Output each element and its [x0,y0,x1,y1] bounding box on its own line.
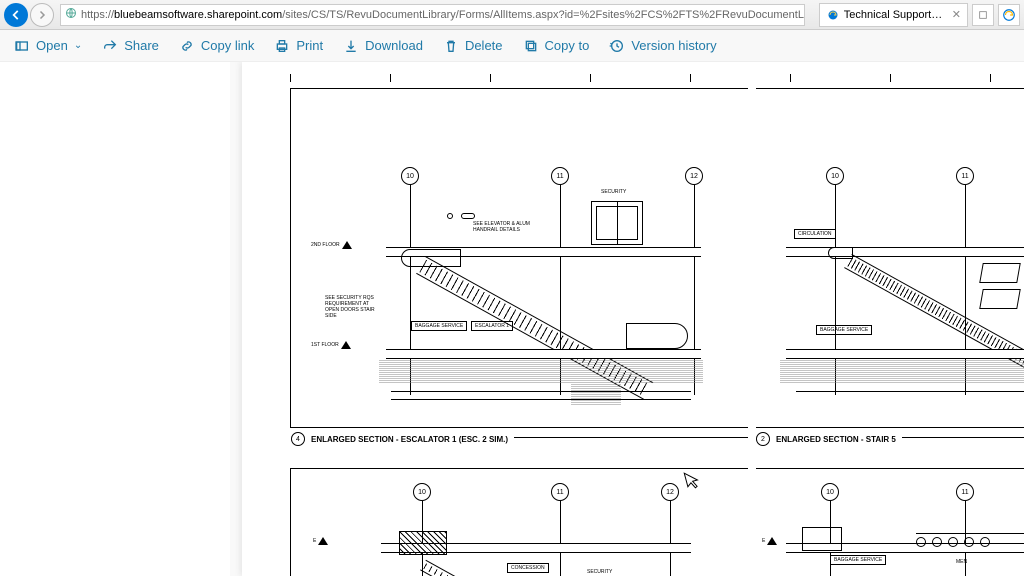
download-button[interactable]: Download [343,38,423,54]
download-label: Download [365,38,423,53]
panel-title: ENLARGED SECTION - STAIR 5 [776,435,896,444]
print-label: Print [296,38,323,53]
delete-button[interactable]: Delete [443,38,503,54]
drawing-panel-3: 10 11 12 E CONCESSION ESCALATOR [290,468,748,576]
copy-link-button[interactable]: Copy link [179,38,254,54]
print-button[interactable]: Print [274,38,323,54]
grid-bubble: 12 [685,167,703,185]
drawing-panel-4: 10 11 E BAGGAGE SERVICE [756,468,1024,576]
detail-number-badge: 2 [756,432,770,446]
door-elevation [591,201,643,245]
grid-bubble: 10 [821,483,839,501]
tab-area: Technical Support - A6.06 - ... ✕ [819,3,1020,27]
drawing-panel-1: 10 11 12 SECURITY [290,88,748,428]
grid-bubble: 11 [551,483,569,501]
tab-close-icon[interactable]: ✕ [952,8,961,21]
tab-title: Technical Support - A6.06 - ... [844,9,944,21]
sharepoint-toolbar: Open ⌄ Share Copy link Print Download De… [0,30,1024,62]
grid-bubble: 11 [956,167,974,185]
version-history-label: Version history [631,38,716,53]
share-button[interactable]: Share [102,38,159,54]
back-button[interactable] [4,3,28,27]
drawing-sheet: 10 11 12 SECURITY [242,62,1024,576]
drawing-panel-2: 10 11 CIRCULATION BAGGAGE SERVICE [756,88,1024,428]
grid-bubble: 10 [413,483,431,501]
forward-button[interactable] [30,3,54,27]
browser-chrome: https://bluebeamsoftware.sharepoint.com/… [0,0,1024,30]
browser-tab[interactable]: Technical Support - A6.06 - ... ✕ [819,3,968,27]
grid-bubble: 10 [826,167,844,185]
grid-bubble: 10 [401,167,419,185]
open-button[interactable]: Open ⌄ [14,38,82,54]
detail-number-badge: 4 [291,432,305,446]
grid-bubble: 11 [956,483,974,501]
new-tab-button[interactable] [972,4,994,26]
share-label: Share [124,38,159,53]
delete-label: Delete [465,38,503,53]
ie-favicon-icon [826,8,840,22]
panel-title: ENLARGED SECTION - ESCALATOR 1 (ESC. 2 S… [311,435,508,444]
url-path: /sites/CS/TS/RevuDocumentLibrary/Forms/A… [282,9,805,21]
open-label: Open [36,38,68,53]
url-bar[interactable]: https://bluebeamsoftware.sharepoint.com/… [60,4,805,26]
ruler-ticks [290,74,1024,82]
url-prefix: https:// [81,9,114,21]
chevron-down-icon: ⌄ [74,40,82,51]
grid-bubble: 12 [661,483,679,501]
version-history-button[interactable]: Version history [609,38,716,54]
copy-to-label: Copy to [545,38,590,53]
copy-to-button[interactable]: Copy to [523,38,590,54]
grid-bubble: 11 [551,167,569,185]
url-domain: bluebeamsoftware.sharepoint.com [114,9,282,21]
document-viewport[interactable]: 10 11 12 SECURITY [0,62,1024,576]
copy-link-label: Copy link [201,38,254,53]
ie-logo-button[interactable] [998,4,1020,26]
globe-icon [65,7,77,22]
